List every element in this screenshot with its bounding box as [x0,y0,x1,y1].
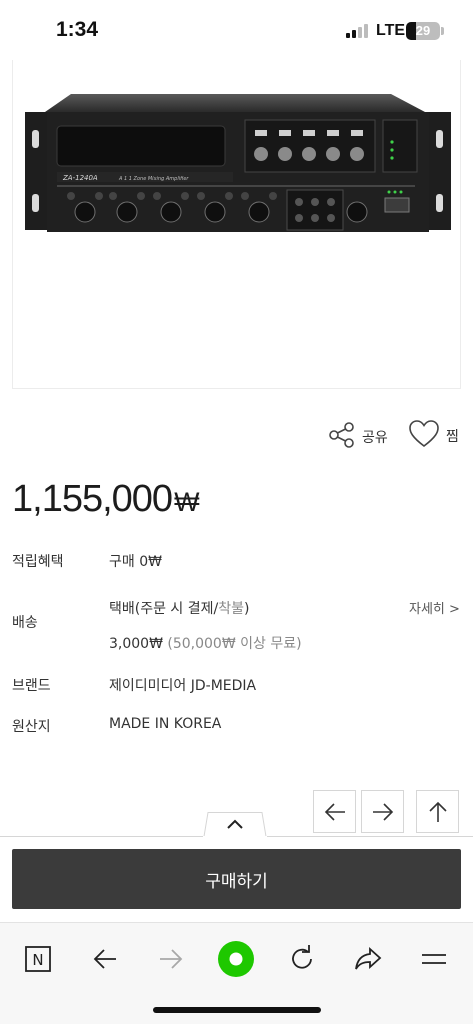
points-value: 구매 0₩ [109,554,162,570]
share-icon [328,421,356,453]
network-type: LTE [376,22,406,39]
green-dot-icon [218,941,254,977]
refresh-button[interactable] [282,939,322,979]
menu-icon [422,954,446,964]
points-label: 적립혜택 [12,554,64,570]
price-currency: ₩ [174,487,200,517]
product-price: 1,155,000₩ [12,478,200,521]
share-button[interactable]: 공유 [328,421,388,453]
product-image[interactable]: ZA-1240A A 1 1 Zone Mixing Amplifier [12,60,461,389]
home-indicator [153,1007,321,1013]
svg-text:N: N [32,951,43,969]
brand-value[interactable]: 제이디미디어 JD-MEDIA [109,675,256,695]
prev-button[interactable] [313,790,356,833]
sheet-toggle[interactable] [200,812,270,838]
naver-n-icon: N [25,946,51,972]
wish-label: 찜 [446,429,459,445]
green-dot-button[interactable] [216,939,256,979]
brand-label: 브랜드 [12,678,51,694]
shipping-method: 택배(주문 시 결제/착불) [109,601,250,617]
battery-tip [441,27,444,35]
refresh-icon [292,945,312,969]
share-label: 공유 [362,430,388,446]
battery-icon: 29 [406,22,440,40]
share-page-button[interactable] [348,939,388,979]
price-amount: 1,155,000 [12,478,173,520]
arrow-up-icon [428,801,447,822]
scroll-top-button[interactable] [416,790,459,833]
arrow-right-icon [372,802,393,821]
amp-subtitle-text: A 1 1 Zone Mixing Amplifier [118,176,189,182]
back-icon [93,949,116,969]
shipping-detail-link[interactable]: 자세히 > [409,598,460,617]
battery-percent: 29 [415,23,431,38]
status-time: 1:34 [56,18,99,41]
heart-icon [408,419,440,453]
amp-model-text: ZA-1240A [62,174,98,182]
amplifier-picture: ZA-1240A A 1 1 Zone Mixing Amplifier [23,90,453,244]
status-bar: 1:34 LTE 29 [0,0,473,60]
arrow-left-icon [324,802,345,821]
buy-button[interactable]: 구매하기 [12,849,461,909]
share-arrow-icon [355,946,382,970]
wish-button[interactable]: 찜 [408,419,459,453]
menu-button[interactable] [414,939,454,979]
forward-button[interactable] [151,939,191,979]
back-button[interactable] [85,939,125,979]
forward-icon [160,949,183,969]
next-button[interactable] [361,790,404,833]
origin-label: 원산지 [12,719,51,735]
shipping-fee: 3,000₩ (50,000₩ 이상 무료) [109,636,302,652]
signal-icon [346,24,368,38]
origin-value: MADE IN KOREA [109,716,222,732]
naver-home-button[interactable]: N [18,939,58,979]
shipping-label: 배송 [12,615,38,631]
